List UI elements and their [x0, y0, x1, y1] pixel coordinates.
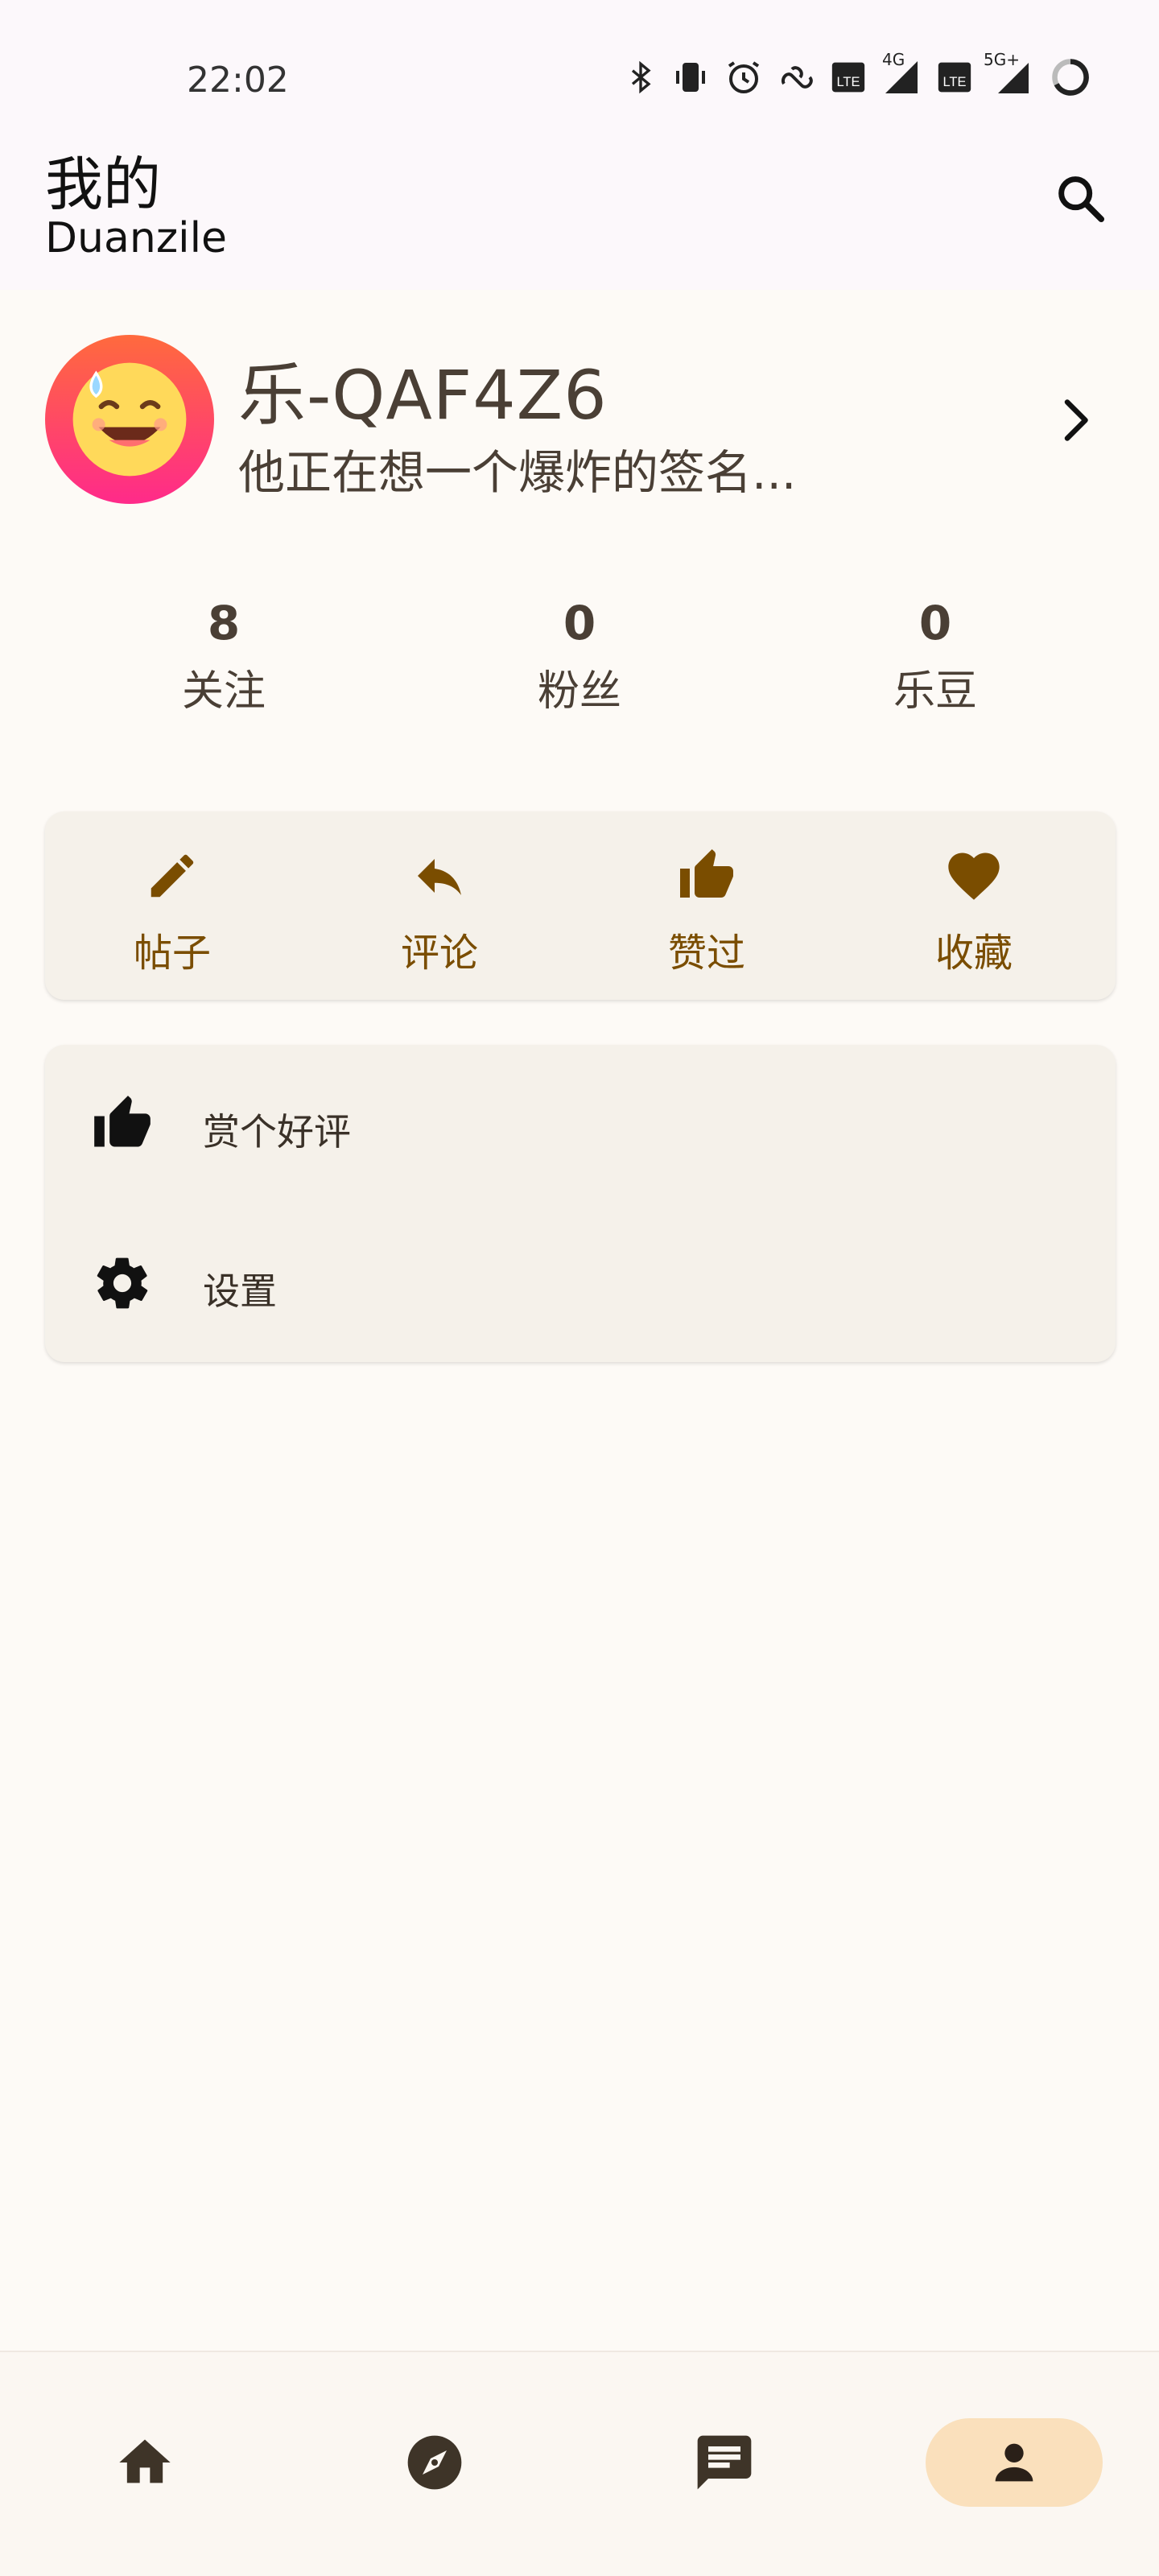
search-icon: [1058, 176, 1105, 223]
page-subtitle: Duanzile: [45, 214, 228, 262]
stat-label: 乐豆: [893, 667, 977, 716]
action-favorites[interactable]: 收藏: [893, 844, 1054, 977]
pencil-icon: [151, 854, 194, 898]
stat-value: 8: [207, 596, 241, 650]
heart-icon: [948, 852, 1000, 900]
svg-text:LTE: LTE: [836, 75, 860, 89]
battery-icon: [1050, 56, 1091, 98]
page-title: 我的: [45, 151, 162, 218]
signal-5g-icon: 5G+: [984, 50, 1035, 97]
gear-icon: [97, 1257, 148, 1309]
bluetooth-icon: [625, 58, 657, 97]
thumb-up-icon: [94, 1096, 151, 1147]
stats-row: 8 关注 0 粉丝 0 乐豆: [0, 596, 1159, 733]
menu-item-settings[interactable]: 设置: [45, 1204, 1116, 1362]
menu-item-rate[interactable]: 赏个好评: [45, 1045, 1116, 1203]
nav-profile[interactable]: [926, 2418, 1103, 2507]
network-5g-label: 5G+: [984, 50, 1020, 69]
link-icon: [777, 58, 816, 97]
stat-label: 粉丝: [537, 667, 621, 716]
stat-value: 0: [563, 596, 596, 650]
stat-followers[interactable]: 0 粉丝: [459, 596, 700, 717]
action-posts[interactable]: 帖子: [92, 844, 253, 977]
person-icon: [995, 2443, 1033, 2482]
actions-card: 帖子 评论 赞过 收藏: [45, 811, 1116, 1000]
nav-discover[interactable]: [346, 2418, 523, 2507]
emoji-sweat-smile-icon: [72, 362, 187, 477]
app-bar: 我的 Duanzile: [0, 129, 1159, 290]
bottom-nav: [0, 2351, 1159, 2576]
alarm-icon: [724, 58, 763, 97]
chevron-right-icon: [1064, 399, 1088, 441]
nav-messages[interactable]: [636, 2418, 813, 2507]
action-liked[interactable]: 赞过: [626, 844, 787, 977]
status-time: 22:02: [187, 60, 289, 101]
profile-header[interactable]: 乐-QAF4Z6 他正在想一个爆炸的签名...: [45, 335, 1116, 504]
action-label: 收藏: [934, 931, 1013, 976]
menu-card: 赏个好评 设置: [45, 1045, 1116, 1362]
action-label: 帖子: [133, 931, 211, 976]
avatar[interactable]: [45, 335, 214, 504]
thumb-up-icon: [680, 849, 733, 898]
home-icon: [119, 2439, 171, 2483]
stat-following[interactable]: 8 关注: [103, 596, 344, 717]
status-icons: LTE 4G LTE 5G+: [625, 50, 1091, 98]
status-bar: 22:02 LTE 4G LTE 5G+: [0, 0, 1159, 145]
compass-icon: [407, 2435, 462, 2490]
menu-item-label: 设置: [203, 1269, 277, 1313]
volte-icon-2: LTE: [937, 60, 972, 95]
username: 乐-QAF4Z6: [238, 356, 608, 435]
action-label: 赞过: [667, 931, 745, 976]
stat-label: 关注: [181, 667, 266, 716]
reply-icon: [418, 859, 461, 895]
network-4g-label: 4G: [882, 50, 905, 69]
stat-value: 0: [918, 596, 952, 650]
action-comments[interactable]: 评论: [359, 844, 520, 977]
nav-home[interactable]: [56, 2418, 233, 2507]
signal-4g-icon: 4G: [881, 50, 922, 97]
vibrate-icon: [671, 58, 710, 97]
signature: 他正在想一个爆炸的签名...: [238, 445, 797, 500]
message-icon: [697, 2435, 752, 2490]
action-label: 评论: [400, 931, 478, 976]
svg-text:LTE: LTE: [942, 75, 966, 89]
volte-icon: LTE: [831, 60, 866, 95]
stat-ledou[interactable]: 0 乐豆: [815, 596, 1056, 717]
menu-item-label: 赏个好评: [203, 1110, 351, 1154]
profile-chevron-button[interactable]: [1035, 380, 1116, 460]
search-button[interactable]: [1048, 166, 1112, 230]
